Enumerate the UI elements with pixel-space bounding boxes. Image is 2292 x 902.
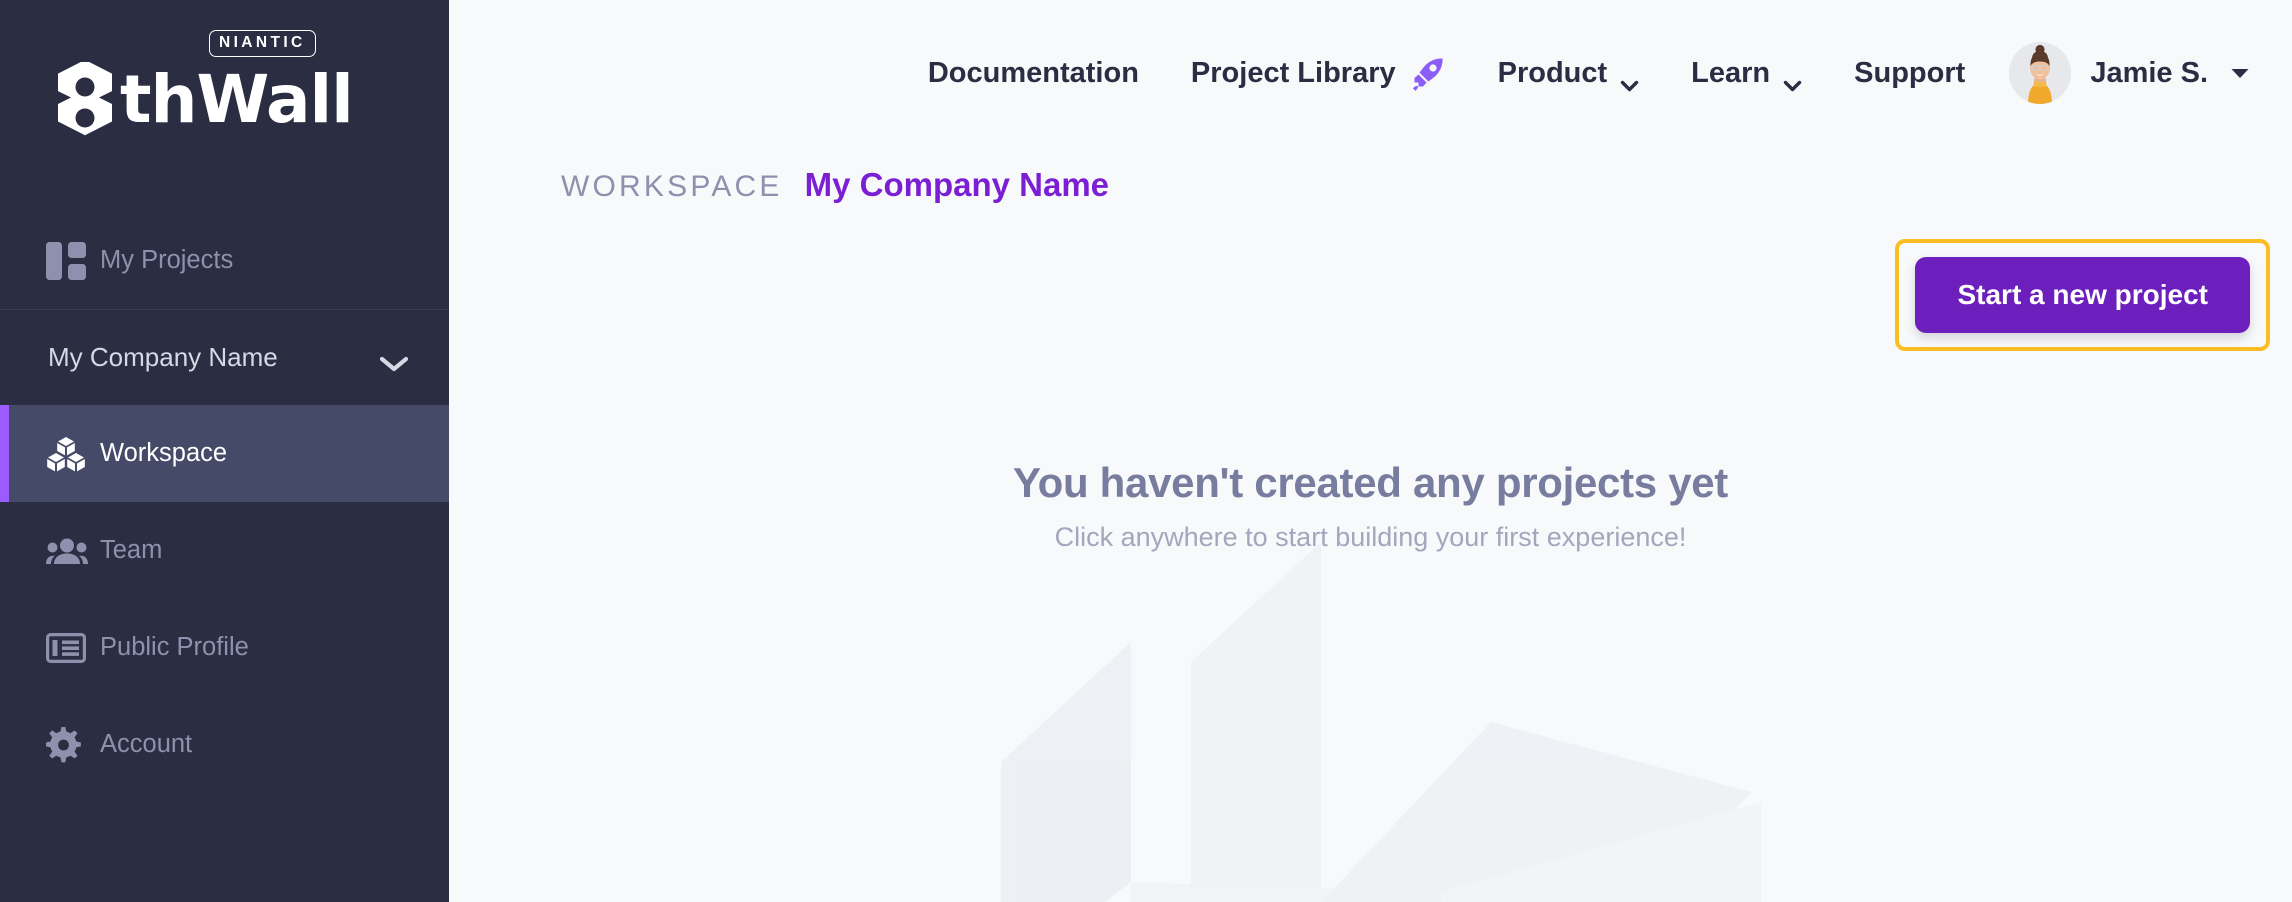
logo-8-glyph-icon — [52, 62, 118, 138]
company-switcher-label: My Company Name — [48, 342, 278, 372]
app-root: NIANTIC thWall My Projects My Company Na… — [0, 0, 2292, 902]
sidebar-item-my-projects[interactable]: My Projects — [0, 212, 449, 309]
nav-item-support[interactable]: Support — [1854, 47, 1965, 100]
empty-state-title: You haven't created any projects yet — [1013, 459, 1728, 506]
sidebar-item-workspace[interactable]: Workspace — [0, 405, 449, 502]
user-name: Jamie S. — [2090, 56, 2208, 89]
sidebar-item-label: My Projects — [100, 246, 234, 274]
sidebar-item-label: Team — [100, 536, 163, 564]
sidebar-item-label: Account — [100, 730, 193, 758]
workspace-label: WORKSPACE — [561, 170, 783, 203]
niantic-badge: NIANTIC — [209, 30, 316, 57]
chevron-down-icon — [2230, 67, 2250, 80]
company-switcher[interactable]: My Company Name — [0, 310, 449, 405]
brand-logo[interactable]: NIANTIC thWall — [0, 0, 449, 212]
main-content: Documentation Project Library Product Le… — [449, 0, 2292, 902]
start-new-project-button[interactable]: Start a new project — [1915, 257, 2250, 333]
nav-item-label: Support — [1854, 56, 1966, 89]
nav-item-label: Product — [1497, 56, 1608, 89]
sidebar-item-label: Public Profile — [100, 633, 249, 661]
nav-item-documentation[interactable]: Documentation — [928, 47, 1139, 100]
user-menu[interactable]: Jamie S. — [2009, 42, 2250, 104]
people-icon — [46, 537, 92, 565]
chevron-down-icon — [1620, 67, 1639, 92]
highlight-annotation-box: Start a new project — [1895, 239, 2270, 351]
nav-item-label: Project Library — [1190, 56, 1396, 89]
nav-item-product[interactable]: Product — [1498, 47, 1640, 100]
dashboard-grid-icon — [46, 241, 92, 280]
cta-zone: Start a new project — [449, 239, 2292, 351]
sidebar-item-team[interactable]: Team — [0, 502, 449, 599]
sidebar-item-public-profile[interactable]: Public Profile — [0, 599, 449, 696]
chevron-down-icon — [379, 349, 409, 371]
avatar — [2009, 42, 2072, 104]
gear-icon — [46, 726, 92, 763]
chevron-down-icon — [1783, 67, 1802, 92]
nav-item-learn[interactable]: Learn — [1691, 47, 1802, 100]
sidebar-item-account[interactable]: Account — [0, 696, 449, 793]
rocket-icon — [1410, 55, 1446, 91]
logo-wordmark: thWall — [120, 61, 354, 138]
nav-item-project-library[interactable]: Project Library — [1191, 45, 1446, 101]
top-navigation: Documentation Project Library Product Le… — [449, 0, 2292, 146]
sidebar: NIANTIC thWall My Projects My Company Na… — [0, 0, 449, 902]
empty-state-subtitle: Click anywhere to start building your fi… — [1054, 522, 1687, 552]
profile-card-icon — [46, 632, 92, 663]
nav-item-label: Documentation — [927, 56, 1139, 89]
nav-item-label: Learn — [1691, 56, 1771, 89]
cubes-icon — [46, 436, 92, 472]
empty-state[interactable]: You haven't created any projects yet Cli… — [449, 459, 2292, 553]
workspace-name[interactable]: My Company Name — [805, 166, 1109, 204]
sidebar-item-label: Workspace — [100, 439, 228, 467]
workspace-breadcrumb: WORKSPACE My Company Name — [449, 166, 2292, 204]
